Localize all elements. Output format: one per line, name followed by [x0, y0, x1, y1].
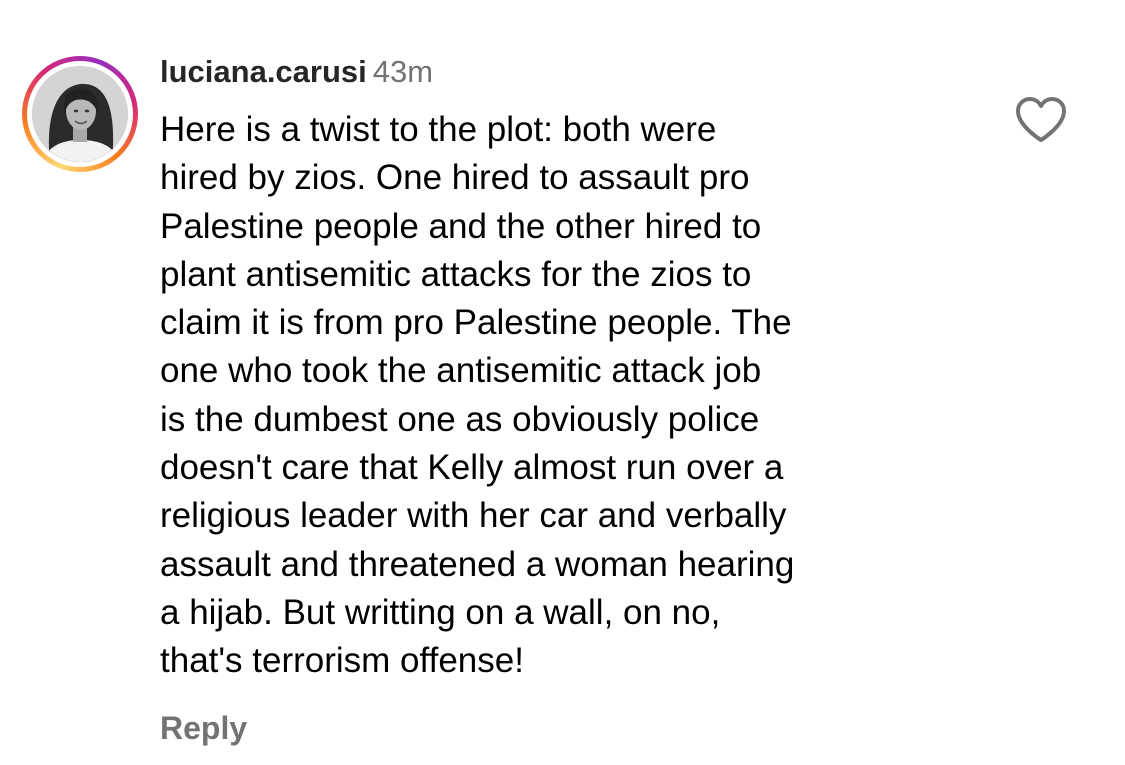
comment-line: one who took the antisemitic attack job [160, 351, 762, 391]
comment-line: claim it is from pro Palestine people. T… [160, 303, 792, 343]
heart-icon[interactable] [1014, 96, 1068, 144]
comment-line: Palestine people and the other hired to [160, 206, 762, 246]
comment-line: Here is a twist to the plot: both were [160, 110, 717, 149]
comment-line: religious leader with her car and verbal… [160, 496, 787, 536]
comment-text: Here is a twist to the plot: both were h… [160, 106, 980, 686]
username[interactable]: luciana.carusi [160, 54, 367, 89]
comment-header: luciana.carusi 43m [160, 52, 433, 92]
story-ring[interactable] [22, 56, 138, 172]
comment-line: is the dumbest one as obviously police [160, 399, 760, 439]
avatar[interactable] [32, 66, 128, 162]
reply-button[interactable]: Reply [160, 708, 247, 748]
comment-line: a hijab. But writting on a wall, on no, [160, 592, 721, 632]
avatar-border [27, 61, 133, 167]
comment-line: hired by zios. One hired to assault pro [160, 158, 750, 198]
comment-line: plant antisemitic attacks for the zios t… [160, 254, 752, 294]
comment-line: assault and threatened a woman hearing [160, 544, 795, 584]
comment-line: that's terrorism offense! [160, 641, 524, 681]
comment-line: doesn't care that Kelly almost run over … [160, 448, 784, 488]
timestamp: 43m [372, 54, 434, 89]
avatar-photo [32, 66, 128, 162]
